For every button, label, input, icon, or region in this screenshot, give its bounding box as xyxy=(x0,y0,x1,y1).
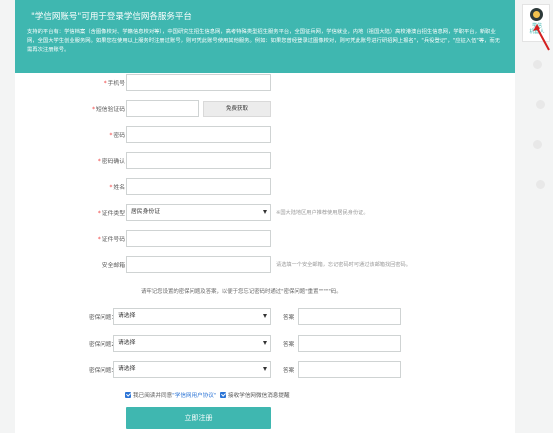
phone-input[interactable] xyxy=(126,74,271,91)
register-card: "学信网账号"可用于登录学信网各服务平台 支持的平台有：学信档案（含图像校对、学… xyxy=(15,0,515,433)
idno-row: *证件号码 xyxy=(15,230,515,248)
sms-row: *短信验证码 免费获取 xyxy=(15,100,515,118)
agreement-row: 我已阅读并同意"学信网用户协议" 接收学信网微信消息提醒 xyxy=(125,391,290,399)
chevron-down-icon xyxy=(263,367,267,371)
name-input[interactable] xyxy=(126,178,271,195)
annotation-arrow-icon xyxy=(533,24,550,51)
robot-logo-icon xyxy=(530,8,543,21)
decor-bubble xyxy=(533,60,542,69)
answer2-label: 答案 xyxy=(283,342,295,348)
question2-select[interactable]: 请选择 xyxy=(113,335,271,352)
security-note: 请牢记您设置的密保问题及答案，以便于您忘记密码时通过"密保问题"重置"""""码… xyxy=(141,289,342,295)
idtype-value: 居民身份证 xyxy=(131,209,160,215)
confirm-row: *密码确认 xyxy=(15,152,515,170)
question1-label: 密保问题1 xyxy=(89,315,115,321)
email-hint: 请选填一个安全邮箱，忘记密码时可通过该邮箱找回密码。 xyxy=(276,262,411,268)
idtype-label: *证件类型 xyxy=(97,211,125,217)
answer3-label: 答案 xyxy=(283,368,295,374)
notify-label: 接收学信网微信消息提醒 xyxy=(228,393,290,399)
question2-label: 密保问题2 xyxy=(89,342,115,348)
notify-checkbox[interactable] xyxy=(220,392,227,398)
question3-row: 密保问题3 请选择 答案 xyxy=(15,361,515,379)
answer2-input[interactable] xyxy=(298,335,401,352)
sms-code-input[interactable] xyxy=(126,100,199,117)
chevron-down-icon xyxy=(263,314,267,318)
chevron-down-icon xyxy=(263,341,267,345)
header-title: "学信网账号"可用于登录学信网各服务平台 xyxy=(31,12,192,22)
password-confirm-input[interactable] xyxy=(126,152,271,169)
question2-value: 请选择 xyxy=(118,340,136,346)
phone-label: *手机号 xyxy=(103,81,125,87)
name-row: *姓名 xyxy=(15,178,515,196)
header-description: 支持的平台有：学信档案（含图像校对、学籍信息校对等），中国研究生招生信息网，高考… xyxy=(27,29,501,53)
idno-label: *证件号码 xyxy=(97,237,125,243)
password-label: *密码 xyxy=(109,133,125,139)
question3-select[interactable]: 请选择 xyxy=(113,361,271,378)
answer1-label: 答案 xyxy=(283,315,295,321)
confirm-label: *密码确认 xyxy=(97,159,125,165)
password-row: *密码 xyxy=(15,126,515,144)
question2-row: 密保问题2 请选择 答案 xyxy=(15,335,515,353)
decor-bubble xyxy=(536,100,545,109)
register-button[interactable]: 立即注册 xyxy=(126,407,271,429)
chevron-down-icon xyxy=(263,210,267,214)
idtype-row: *证件类型 居民身份证 ※国大陆地区用户推荐使用居民身份证。 xyxy=(15,204,515,222)
question1-select[interactable]: 请选择 xyxy=(113,308,271,325)
question1-value: 请选择 xyxy=(118,313,136,319)
email-label: 安全邮箱 xyxy=(101,263,125,269)
name-label: *姓名 xyxy=(109,185,125,191)
idtype-hint: ※国大陆地区用户推荐使用居民身份证。 xyxy=(276,210,369,216)
decor-bubble xyxy=(533,140,542,149)
id-number-input[interactable] xyxy=(126,230,271,247)
get-sms-code-button[interactable]: 免费获取 xyxy=(203,101,271,117)
user-agreement-link[interactable]: "学信网用户协议" xyxy=(172,393,216,399)
idtype-select[interactable]: 居民身份证 xyxy=(126,204,271,221)
answer3-input[interactable] xyxy=(298,361,401,378)
question3-label: 密保问题3 xyxy=(89,368,115,374)
answer1-input[interactable] xyxy=(298,308,401,325)
phone-row: *手机号 xyxy=(15,74,515,92)
info-header: "学信网账号"可用于登录学信网各服务平台 支持的平台有：学信档案（含图像校对、学… xyxy=(15,0,515,73)
sms-label: *短信验证码 xyxy=(92,107,125,113)
question1-row: 密保问题1 请选择 答案 xyxy=(15,308,515,326)
email-row: 安全邮箱 请选填一个安全邮箱，忘记密码时可通过该邮箱找回密码。 xyxy=(15,256,515,274)
question3-value: 请选择 xyxy=(118,366,136,372)
page-background: "学信网账号"可用于登录学信网各服务平台 支持的平台有：学信档案（含图像校对、学… xyxy=(0,0,553,433)
email-input[interactable] xyxy=(126,256,271,273)
agree-checkbox[interactable] xyxy=(125,392,131,398)
agree-prefix: 我已阅读并同意 xyxy=(133,393,173,399)
password-input[interactable] xyxy=(126,126,271,143)
decor-bubble xyxy=(536,180,545,189)
